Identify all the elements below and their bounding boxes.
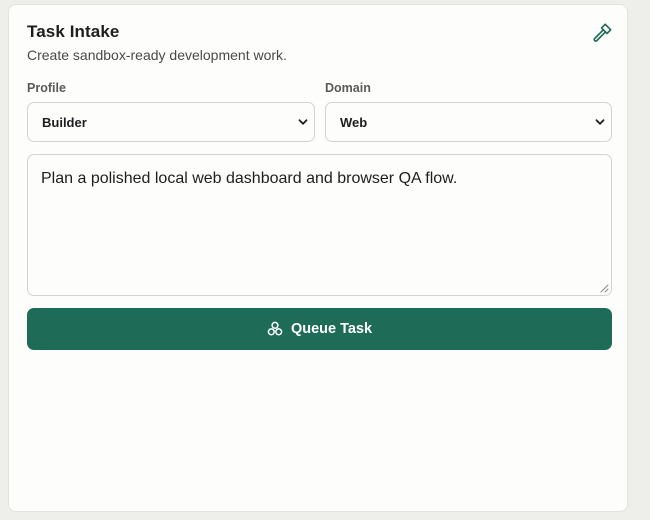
domain-select[interactable]: Web <box>325 102 612 142</box>
profile-select-value: Builder <box>42 115 87 130</box>
nodes-icon <box>267 321 283 336</box>
panel-title: Task Intake <box>27 22 120 41</box>
domain-label: Domain <box>325 81 371 95</box>
task-description-textarea[interactable]: Plan a polished local web dashboard and … <box>27 154 612 296</box>
hammer-icon[interactable] <box>591 22 613 44</box>
profile-label: Profile <box>27 81 66 95</box>
chevron-down-icon <box>298 119 308 125</box>
chevron-down-icon <box>595 119 605 125</box>
profile-select[interactable]: Builder <box>27 102 315 142</box>
domain-select-value: Web <box>340 115 368 130</box>
queue-task-button[interactable]: Queue Task <box>27 308 612 350</box>
task-intake-panel: Task Intake Create sandbox-ready develop… <box>8 4 628 512</box>
resize-handle-icon[interactable] <box>600 284 609 293</box>
queue-task-label: Queue Task <box>290 321 373 337</box>
task-description-text: Plan a polished local web dashboard and … <box>41 170 458 187</box>
panel-subtitle: Create sandbox-ready development work. <box>27 47 287 63</box>
